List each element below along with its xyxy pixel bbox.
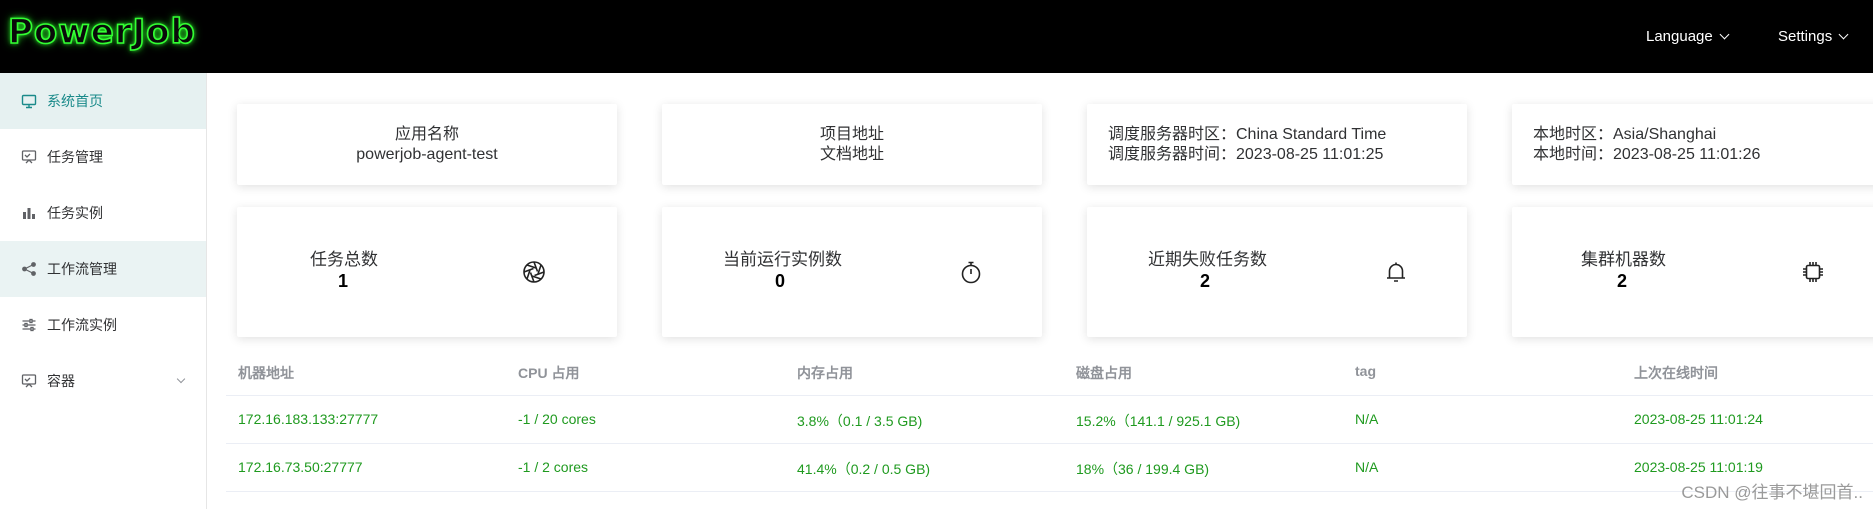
links-card: 项目地址 文档地址 (662, 104, 1042, 185)
language-menu[interactable]: Language (1646, 0, 1730, 73)
aperture-icon (521, 259, 547, 285)
app-name-card: 应用名称 powerjob-agent-test (237, 104, 617, 185)
stat-value: 2 (1617, 271, 1628, 291)
chevron-down-icon (1838, 29, 1849, 40)
sidebar-item-label: 任务管理 (47, 149, 103, 165)
top-header: PowerJob Language Settings (0, 0, 1873, 73)
sidebar-item-task-manage[interactable]: 任务管理 (0, 129, 206, 185)
container-icon (21, 373, 37, 389)
bar-chart-icon (21, 205, 37, 221)
table-cell: 41.4%（0.2 / 0.5 GB) (797, 461, 931, 477)
column-header: 内存占用 (797, 365, 853, 381)
cpu-icon (1800, 259, 1826, 285)
table-row[interactable]: 172.16.73.50:27777 -1 / 2 cores 41.4%（0.… (226, 444, 1873, 492)
settings-menu-label: Settings (1778, 28, 1833, 45)
local-timezone: 本地时区：Asia/Shanghai (1533, 125, 1717, 143)
sidebar-item-label: 工作流实例 (47, 317, 117, 333)
sidebar-item-container[interactable]: 容器 (0, 353, 206, 409)
stat-value: 1 (338, 271, 349, 291)
table-cell: 172.16.183.133:27777 (238, 411, 379, 427)
stat-card-running-instances: 当前运行实例数 0 (662, 207, 1042, 337)
table-cell: 3.8%（0.1 / 3.5 GB) (797, 413, 923, 429)
local-time-card: 本地时区：Asia/Shanghai 本地时间：2023-08-25 11:01… (1512, 104, 1873, 185)
server-time-card: 调度服务器时区：China Standard Time 调度服务器时间：2023… (1087, 104, 1467, 185)
stat-label: 近期失败任务数 (1148, 250, 1267, 269)
chevron-down-icon[interactable] (176, 374, 186, 384)
powerjob-logo[interactable]: PowerJob (7, 10, 196, 54)
stat-value: 2 (1200, 271, 1211, 291)
column-header: 上次在线时间 (1634, 365, 1718, 381)
share-icon (21, 261, 37, 277)
server-timezone: 调度服务器时区：China Standard Time (1108, 125, 1387, 143)
table-cell: N/A (1355, 411, 1379, 427)
sidebar: 系统首页 任务管理 任务实例 工作流管理 工作流实例 容器 (0, 73, 207, 509)
docs-link[interactable]: 文档地址 (820, 145, 884, 165)
sidebar-item-workflow-manage[interactable]: 工作流管理 (0, 241, 206, 297)
project-link[interactable]: 项目地址 (820, 125, 884, 145)
bell-icon (1383, 259, 1409, 285)
stopwatch-icon (958, 259, 984, 285)
table-cell: 15.2%（141.1 / 925.1 GB) (1076, 413, 1241, 429)
sidebar-item-label: 容器 (47, 373, 75, 389)
stat-label: 当前运行实例数 (723, 250, 842, 269)
column-header: 机器地址 (238, 365, 294, 381)
table-cell: 2023-08-25 11:01:24 (1634, 411, 1763, 427)
table-cell: 172.16.73.50:27777 (238, 459, 363, 475)
table-cell: 2023-08-25 11:01:19 (1634, 459, 1763, 475)
stat-value: 0 (775, 271, 786, 291)
table-header-row: 机器地址 CPU 占用 内存占用 磁盘占用 tag 上次在线时间 (226, 348, 1873, 396)
table-cell: -1 / 20 cores (518, 411, 596, 427)
app-name-label: 应用名称 (394, 125, 459, 143)
local-time: 本地时间：2023-08-25 11:01:26 (1533, 145, 1761, 163)
table-cell: N/A (1355, 459, 1379, 475)
sliders-icon (21, 317, 37, 333)
server-time: 调度服务器时间：2023-08-25 11:01:25 (1108, 145, 1384, 163)
sidebar-item-label: 系统首页 (47, 93, 103, 109)
sidebar-item-workflow-instance[interactable]: 工作流实例 (0, 297, 206, 353)
column-header: 磁盘占用 (1076, 365, 1132, 381)
sidebar-item-task-instance[interactable]: 任务实例 (0, 185, 206, 241)
stat-label: 任务总数 (310, 250, 378, 269)
stat-card-cluster-machines: 集群机器数 2 (1512, 207, 1873, 337)
sidebar-item-label: 任务实例 (47, 205, 103, 221)
table-row[interactable]: 172.16.183.133:27777 -1 / 20 cores 3.8%（… (226, 396, 1873, 444)
chevron-down-icon (1719, 29, 1730, 40)
csdn-watermark: CSDN @往事不堪回首.. (1681, 483, 1863, 502)
column-header: tag (1355, 363, 1376, 379)
stat-label: 集群机器数 (1581, 250, 1666, 269)
app-name-value: powerjob-agent-test (356, 145, 498, 163)
sidebar-item-label: 工作流管理 (47, 261, 117, 277)
column-header: CPU 占用 (518, 365, 580, 381)
settings-menu[interactable]: Settings (1778, 0, 1849, 73)
task-board-icon (21, 149, 37, 165)
stat-card-total-tasks: 任务总数 1 (237, 207, 617, 337)
table-cell: -1 / 2 cores (518, 459, 589, 475)
table-cell: 18%（36 / 199.4 GB) (1076, 461, 1210, 477)
monitor-icon (21, 93, 37, 109)
sidebar-item-home[interactable]: 系统首页 (0, 73, 206, 129)
stat-card-failed-tasks: 近期失败任务数 2 (1087, 207, 1467, 337)
language-menu-label: Language (1646, 28, 1713, 45)
